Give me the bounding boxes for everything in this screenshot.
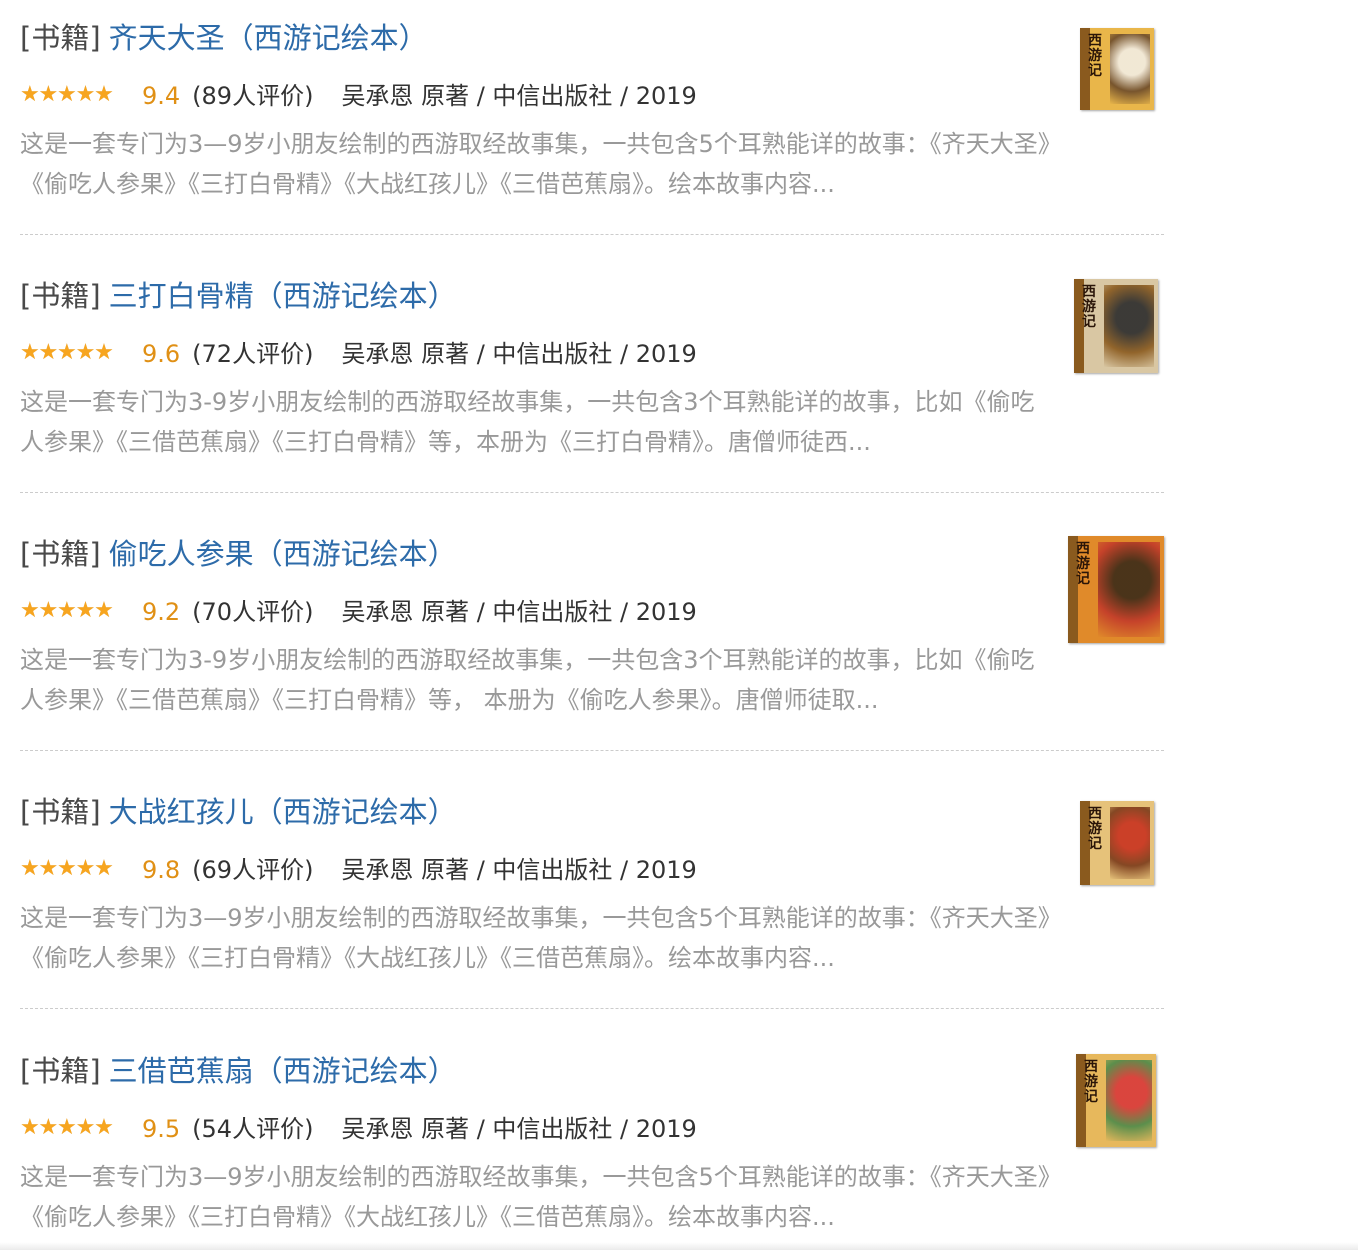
author-publisher: 吴承恩 原著 / 中信出版社 / 2019 [341,856,697,884]
list-item: [书籍] 三借芭蕉扇（西游记绘本） ★★★★★ ★★★★★ 9.5 (54人评价) 吴承恩… [20,1051,1164,1250]
book-title-link[interactable]: 三借芭蕉扇（西游记绘本） [109,1054,457,1088]
list-item: [书籍] 齐天大圣（西游记绘本） ★★★★★ ★★★★★ 9.4 (89人评价) 吴承恩 … [20,18,1164,276]
result-meta: ★★★★★ ★★★★★ 9.2 (70人评价) 吴承恩 原著 / 中信出版社 / 201… [20,596,697,628]
cover-art [1110,807,1150,879]
rating-score: 9.2 [142,598,181,626]
result-title-line: [书籍] 大战红孩儿（西游记绘本） [20,792,457,832]
book-title-link[interactable]: 偷吃人参果（西游记绘本） [109,537,457,571]
rating-count: (69人评价) [192,856,314,884]
category-tag: [书籍] [20,795,101,829]
author-publisher: 吴承恩 原著 / 中信出版社 / 2019 [341,340,697,368]
star-filled-icons: ★★★★★ [20,858,114,880]
star-rating: ★★★★★ ★★★★★ [20,1117,130,1139]
book-description: 这是一套专门为3—9岁小朋友绘制的西游取经故事集，一共包含5个耳熟能详的故事：《… [20,904,1050,972]
book-description: 这是一套专门为3—9岁小朋友绘制的西游取经故事集，一共包含5个耳熟能详的故事：《… [20,1163,1050,1231]
divider [20,750,1164,751]
cover-title: 西游记 [1082,284,1096,330]
cover-title: 西游记 [1088,806,1102,852]
rating-count: (89人评价) [192,82,314,110]
book-cover-image[interactable]: 西游记 [1080,28,1154,110]
category-tag: [书籍] [20,21,101,55]
result-meta: ★★★★★ ★★★★★ 9.5 (54人评价) 吴承恩 原著 / 中信出版社 / 201… [20,1113,697,1145]
cover-art [1106,1060,1152,1141]
divider [20,492,1164,493]
result-title-line: [书籍] 三借芭蕉扇（西游记绘本） [20,1051,457,1091]
rating-score: 9.4 [142,82,181,110]
cover-art [1098,542,1160,637]
book-cover-image[interactable]: 西游记 [1074,279,1158,373]
rating-score: 9.5 [142,1115,181,1143]
book-title-link[interactable]: 大战红孩儿（西游记绘本） [109,795,457,829]
star-rating: ★★★★★ ★★★★★ [20,84,130,106]
cover-title: 西游记 [1088,33,1102,79]
book-title-link[interactable]: 三打白骨精（西游记绘本） [109,279,457,313]
star-rating: ★★★★★ ★★★★★ [20,600,130,622]
divider [20,1008,1164,1009]
rating-count: (72人评价) [192,340,314,368]
star-rating: ★★★★★ ★★★★★ [20,342,130,364]
rating-count: (70人评价) [192,598,314,626]
star-filled-icons: ★★★★★ [20,342,114,364]
cover-title: 西游记 [1076,541,1090,587]
book-title-link[interactable]: 齐天大圣（西游记绘本） [109,21,428,55]
result-meta: ★★★★★ ★★★★★ 9.6 (72人评价) 吴承恩 原著 / 中信出版社 / 201… [20,338,697,370]
book-description: 这是一套专门为3—9岁小朋友绘制的西游取经故事集，一共包含5个耳熟能详的故事：《… [20,130,1050,198]
book-cover-image[interactable]: 西游记 [1080,801,1154,885]
book-cover-image[interactable]: 西游记 [1068,536,1164,643]
divider [20,234,1164,235]
bottom-fade [0,1242,1358,1250]
book-cover-image[interactable]: 西游记 [1076,1054,1156,1147]
category-tag: [书籍] [20,1054,101,1088]
search-results: [书籍] 齐天大圣（西游记绘本） ★★★★★ ★★★★★ 9.4 (89人评价) 吴承恩 … [0,0,1358,1250]
rating-score: 9.6 [142,340,181,368]
list-item: [书籍] 大战红孩儿（西游记绘本） ★★★★★ ★★★★★ 9.8 (69人评价) 吴承恩… [20,792,1164,1050]
list-item: [书籍] 三打白骨精（西游记绘本） ★★★★★ ★★★★★ 9.6 (72人评价) 吴承恩… [20,276,1164,534]
result-title-line: [书籍] 三打白骨精（西游记绘本） [20,276,457,316]
book-description: 这是一套专门为3-9岁小朋友绘制的西游取经故事集，一共包含3个耳熟能详的故事，比… [20,388,1035,456]
star-rating: ★★★★★ ★★★★★ [20,858,130,880]
rating-count: (54人评价) [192,1115,314,1143]
star-filled-icons: ★★★★★ [20,84,114,106]
cover-art [1104,285,1154,367]
book-description: 这是一套专门为3-9岁小朋友绘制的西游取经故事集，一共包含3个耳熟能详的故事，比… [20,646,1035,714]
author-publisher: 吴承恩 原著 / 中信出版社 / 2019 [341,82,697,110]
result-meta: ★★★★★ ★★★★★ 9.8 (69人评价) 吴承恩 原著 / 中信出版社 / 201… [20,854,697,886]
category-tag: [书籍] [20,537,101,571]
cover-art [1110,34,1150,104]
result-meta: ★★★★★ ★★★★★ 9.4 (89人评价) 吴承恩 原著 / 中信出版社 / 201… [20,80,697,112]
category-tag: [书籍] [20,279,101,313]
author-publisher: 吴承恩 原著 / 中信出版社 / 2019 [341,1115,697,1143]
star-filled-icons: ★★★★★ [20,600,114,622]
result-title-line: [书籍] 偷吃人参果（西游记绘本） [20,534,457,574]
cover-title: 西游记 [1084,1059,1098,1105]
result-title-line: [书籍] 齐天大圣（西游记绘本） [20,18,428,58]
author-publisher: 吴承恩 原著 / 中信出版社 / 2019 [341,598,697,626]
rating-score: 9.8 [142,856,181,884]
star-filled-icons: ★★★★★ [20,1117,114,1139]
list-item: [书籍] 偷吃人参果（西游记绘本） ★★★★★ ★★★★★ 9.2 (70人评价) 吴承恩… [20,534,1164,792]
